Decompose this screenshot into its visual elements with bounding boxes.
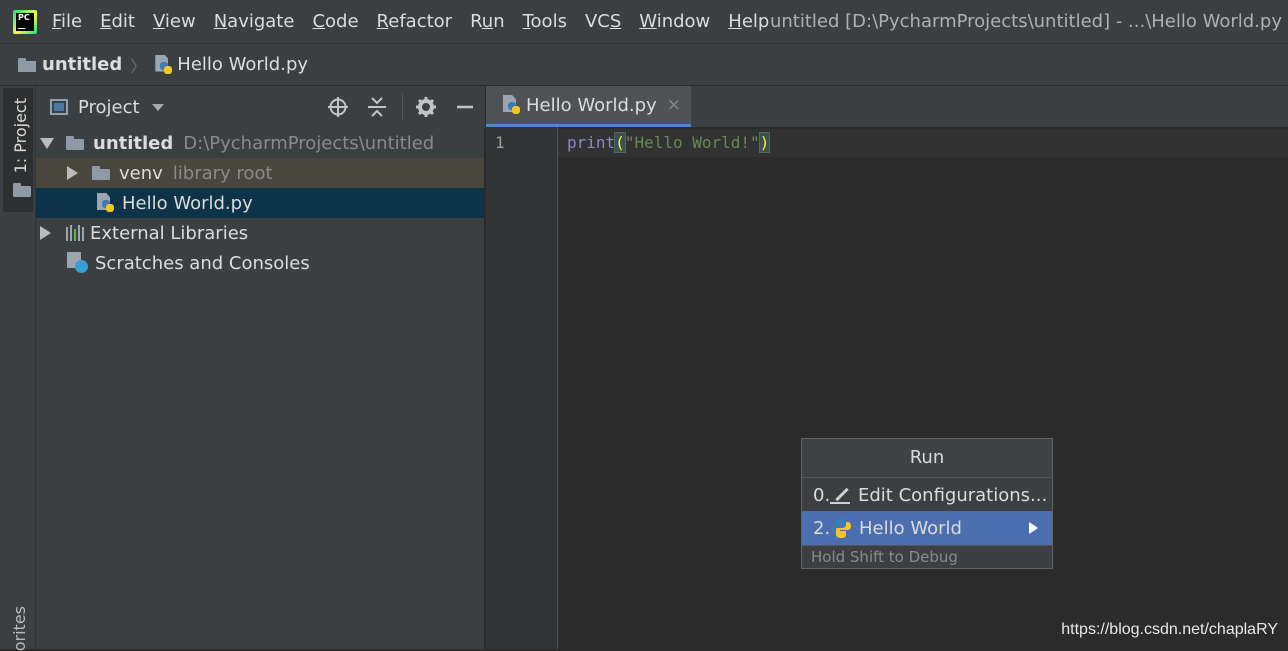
- menu-vcs[interactable]: VCS: [585, 0, 621, 43]
- breadcrumb-file[interactable]: Hello World.py: [177, 54, 308, 75]
- expand-arrow-icon[interactable]: [40, 226, 51, 240]
- pycharm-logo-icon[interactable]: PC: [13, 9, 37, 34]
- tree-label: External Libraries: [90, 222, 249, 244]
- tree-item-venv[interactable]: venv library root: [36, 158, 484, 188]
- menu-refactor[interactable]: Refactor: [377, 0, 453, 43]
- collapse-all-icon[interactable]: [366, 96, 388, 118]
- locate-file-icon[interactable]: [327, 96, 349, 118]
- folder-icon: [13, 183, 31, 197]
- menu-edit[interactable]: Edit: [100, 0, 135, 43]
- expand-arrow-icon[interactable]: [67, 166, 78, 180]
- run-popup-title: Run: [802, 439, 1052, 476]
- minimize-icon[interactable]: [454, 96, 476, 118]
- folder-icon: [18, 57, 36, 72]
- project-tool-label: 1: Project: [11, 98, 30, 174]
- python-file-icon: [154, 54, 173, 75]
- menu-navigate[interactable]: Navigate: [214, 0, 295, 43]
- menu-tools[interactable]: Tools: [523, 0, 567, 43]
- window-title: untitled [D:\PycharmProjects\untitled] -…: [769, 11, 1282, 32]
- tree-label: venv: [119, 162, 163, 184]
- folder-icon: [66, 136, 84, 150]
- left-tool-strip: 1: Project orites: [0, 86, 36, 651]
- project-panel-header: Project: [36, 86, 485, 128]
- tree-label: untitled: [93, 132, 174, 154]
- code-paren-close: ): [758, 132, 771, 153]
- code-paren-open: (: [614, 132, 626, 153]
- editor-tab-bar: Hello World.py ×: [486, 86, 1288, 127]
- menu-bar: PC File Edit View Navigate Code Refactor…: [0, 0, 1288, 43]
- tree-item-hello-world[interactable]: Hello World.py: [36, 188, 484, 218]
- popup-item-number: 0.: [813, 484, 831, 506]
- watermark: https://blog.csdn.net/chaplaRY: [1061, 621, 1278, 638]
- code-builtin: print: [567, 133, 616, 152]
- gear-icon[interactable]: [415, 96, 437, 118]
- edit-configurations-item[interactable]: 0. Edit Configurations...: [802, 477, 1052, 513]
- tree-item-external-libraries[interactable]: External Libraries: [36, 218, 484, 248]
- project-tool-button[interactable]: 1: Project: [3, 88, 33, 212]
- code-string: "Hello World!": [624, 133, 760, 152]
- python-file-icon: [96, 193, 114, 213]
- menu-code[interactable]: Code: [312, 0, 358, 43]
- project-view-icon: [50, 99, 68, 115]
- popup-item-label: Edit Configurations...: [858, 484, 1048, 506]
- breadcrumb-root[interactable]: untitled: [42, 54, 122, 75]
- line-number: 1: [495, 133, 505, 152]
- close-icon[interactable]: ×: [667, 95, 681, 115]
- menu-view[interactable]: View: [153, 0, 196, 43]
- pencil-icon: [830, 485, 850, 505]
- menu-window[interactable]: Window: [639, 0, 710, 43]
- breadcrumb-separator: 〉: [130, 56, 147, 76]
- popup-hint: Hold Shift to Debug: [802, 545, 1052, 568]
- chevron-down-icon[interactable]: [151, 103, 164, 111]
- tree-path-hint: D:\PycharmProjects\untitled: [183, 132, 435, 154]
- popup-item-label: Hello World: [859, 517, 962, 539]
- scratches-icon: [67, 252, 89, 274]
- submenu-arrow-icon[interactable]: [1029, 522, 1038, 534]
- tree-path-hint: library root: [172, 162, 273, 184]
- breadcrumb: untitled 〉 Hello World.py: [0, 43, 1288, 86]
- code-line[interactable]: print("Hello World!"): [567, 132, 771, 153]
- python-file-icon: [502, 95, 520, 115]
- project-panel-title[interactable]: Project: [78, 97, 140, 118]
- editor-tab-hello-world[interactable]: Hello World.py ×: [486, 86, 691, 127]
- menu-help[interactable]: Help: [728, 0, 769, 43]
- project-panel: Project untitled D:\PycharmProjects\unti…: [36, 86, 485, 649]
- menu-file[interactable]: File: [52, 0, 82, 43]
- line-number-gutter: 1: [486, 127, 558, 649]
- tree-item-untitled[interactable]: untitled D:\PycharmProjects\untitled: [36, 128, 484, 158]
- python-icon: [831, 518, 851, 538]
- run-hello-world-item[interactable]: 2. Hello World: [802, 511, 1052, 545]
- expand-arrow-icon[interactable]: [40, 137, 54, 149]
- tree-label: Hello World.py: [122, 192, 253, 214]
- editor-tab-label: Hello World.py: [526, 94, 657, 116]
- logo-text: PC: [18, 12, 30, 22]
- favorites-tool-button[interactable]: orites: [10, 606, 29, 651]
- menu-run[interactable]: Run: [470, 0, 505, 43]
- popup-item-number: 2.: [813, 517, 831, 539]
- tree-label: Scratches and Consoles: [95, 252, 310, 274]
- tree-item-scratches[interactable]: Scratches and Consoles: [36, 248, 484, 278]
- run-popup-menu: Run 0. Edit Configurations... 2. Hello W…: [801, 438, 1053, 569]
- folder-icon: [92, 166, 110, 180]
- library-icon: [66, 225, 84, 241]
- header-divider: [402, 94, 403, 120]
